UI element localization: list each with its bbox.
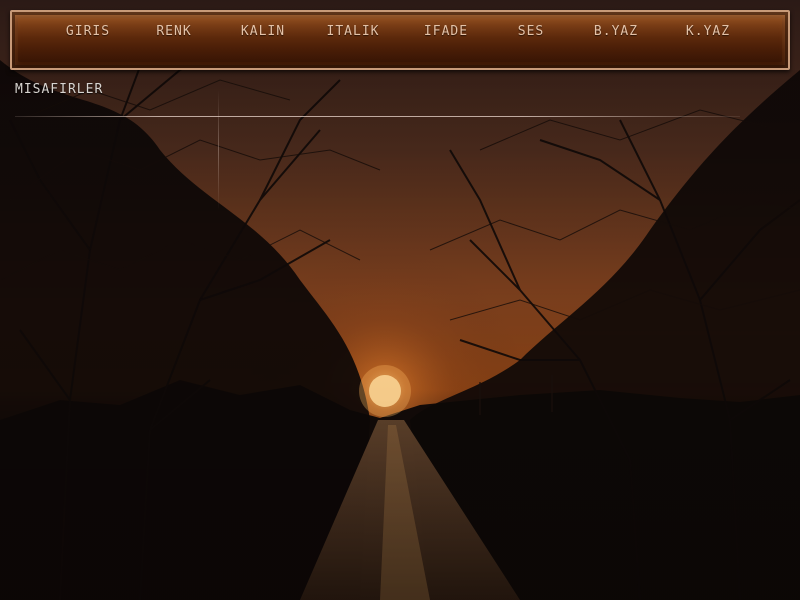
guests-list-divider	[218, 90, 219, 210]
toolbar-inner	[18, 18, 782, 62]
bold-button[interactable]: KALIN	[233, 22, 293, 42]
emoticon-button[interactable]: IFADE	[416, 22, 476, 42]
color-button[interactable]: RENK	[144, 22, 204, 42]
chat-area	[0, 70, 800, 600]
toolbar	[10, 10, 790, 70]
italic-button[interactable]: ITALIK	[323, 22, 383, 42]
chat-window: GIRIS RENK KALIN ITALIK IFADE SES B.YAZ …	[0, 0, 800, 600]
login-button[interactable]: GIRIS	[58, 22, 118, 42]
guests-separator	[15, 116, 740, 117]
font-larger-button[interactable]: B.YAZ	[586, 22, 646, 42]
sound-button[interactable]: SES	[501, 22, 561, 42]
font-smaller-button[interactable]: K.YAZ	[678, 22, 738, 42]
guests-label: MISAFIRLER	[15, 82, 104, 97]
